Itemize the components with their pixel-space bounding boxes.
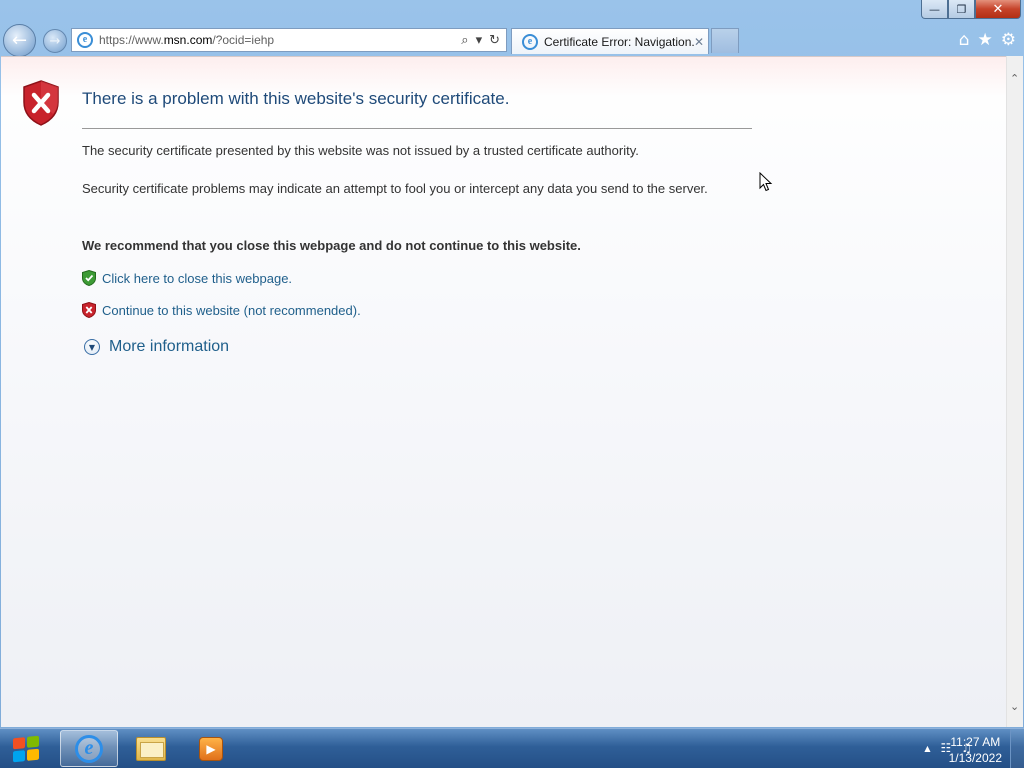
red-shield-icon bbox=[82, 302, 96, 318]
close-webpage-link[interactable]: Click here to close this webpage. bbox=[102, 271, 292, 286]
tab-certificate-error[interactable]: e Certificate Error: Navigation... ✕ bbox=[511, 28, 709, 54]
taskbar: e ▶ ▲ ☷ ♫ 11:27 AM 1/13/2022 bbox=[0, 728, 1024, 768]
internet-explorer-icon: e bbox=[75, 734, 103, 763]
restore-button[interactable]: ❐ bbox=[948, 0, 975, 19]
new-tab-button[interactable] bbox=[711, 28, 739, 53]
taskbar-file-explorer[interactable] bbox=[122, 730, 180, 767]
taskbar-internet-explorer[interactable]: e bbox=[60, 730, 118, 767]
media-player-icon: ▶ bbox=[199, 736, 223, 761]
continue-row[interactable]: Continue to this website (not recommende… bbox=[82, 302, 361, 318]
back-arrow-icon: ← bbox=[11, 30, 28, 51]
recommendation-text: We recommend that you close this webpage… bbox=[82, 238, 581, 253]
tab-label: Certificate Error: Navigation... bbox=[544, 34, 694, 49]
taskbar-media-player[interactable]: ▶ bbox=[182, 730, 240, 767]
start-button[interactable] bbox=[2, 731, 50, 767]
clock-date: 1/13/2022 bbox=[948, 751, 1002, 765]
mouse-cursor-icon bbox=[759, 172, 773, 192]
folder-icon bbox=[136, 736, 166, 761]
close-webpage-row[interactable]: Click here to close this webpage. bbox=[82, 270, 292, 286]
ie-tab-icon: e bbox=[522, 33, 538, 50]
forward-arrow-icon: → bbox=[49, 33, 61, 49]
back-button[interactable]: ← bbox=[3, 24, 36, 57]
scroll-up-icon[interactable]: ⌃ bbox=[1010, 72, 1019, 85]
ie-page-icon: e bbox=[77, 32, 93, 48]
address-bar[interactable]: e https://www.msn.com/?ocid=iehp ⌕ ▾ ↻ bbox=[71, 28, 507, 52]
close-tab-icon[interactable]: ✕ bbox=[694, 35, 704, 49]
vertical-scrollbar[interactable]: ⌃ ⌄ bbox=[1006, 56, 1023, 727]
favorites-star-icon[interactable]: ★ bbox=[978, 30, 993, 50]
more-information-link[interactable]: More information bbox=[109, 338, 229, 356]
url-domain: msn.com bbox=[163, 33, 213, 47]
minimize-button[interactable]: — bbox=[921, 0, 948, 19]
error-shield-icon bbox=[23, 80, 59, 126]
home-icon[interactable]: ⌂ bbox=[959, 30, 970, 50]
address-tools: ⌕ ▾ ↻ bbox=[461, 33, 506, 48]
page-title: There is a problem with this website's s… bbox=[82, 89, 510, 108]
green-shield-icon bbox=[82, 270, 96, 286]
show-hidden-icons-icon[interactable]: ▲ bbox=[924, 744, 930, 753]
system-clock[interactable]: 11:27 AM 1/13/2022 bbox=[949, 734, 1002, 766]
clock-time: 11:27 AM bbox=[950, 735, 1001, 749]
security-warning-text: Security certificate problems may indica… bbox=[82, 181, 708, 196]
expand-chevron-icon[interactable]: ▼ bbox=[84, 339, 100, 355]
forward-button[interactable]: → bbox=[43, 29, 67, 53]
more-information-row[interactable]: ▼ More information bbox=[84, 338, 229, 356]
tools-gear-icon[interactable]: ⚙ bbox=[1001, 30, 1016, 50]
window-caption-buttons: — ❐ ✕ bbox=[921, 0, 1021, 20]
url-text[interactable]: https://www.msn.com/?ocid=iehp bbox=[99, 33, 461, 47]
windows-logo-icon bbox=[13, 735, 39, 763]
scroll-down-icon[interactable]: ⌄ bbox=[1010, 700, 1019, 713]
divider bbox=[82, 128, 752, 129]
browser-tools: ⌂ ★ ⚙ bbox=[959, 30, 1016, 50]
continue-link[interactable]: Continue to this website (not recommende… bbox=[102, 303, 361, 318]
url-prefix: https://www. bbox=[99, 33, 164, 47]
dropdown-icon[interactable]: ▾ bbox=[476, 33, 483, 48]
search-icon[interactable]: ⌕ bbox=[461, 33, 468, 48]
show-desktop-button[interactable] bbox=[1010, 729, 1024, 768]
certificate-issue-text: The security certificate presented by th… bbox=[82, 143, 639, 158]
url-suffix: /?ocid=iehp bbox=[212, 33, 275, 47]
refresh-icon[interactable]: ↻ bbox=[489, 33, 500, 48]
close-window-button[interactable]: ✕ bbox=[975, 0, 1021, 19]
